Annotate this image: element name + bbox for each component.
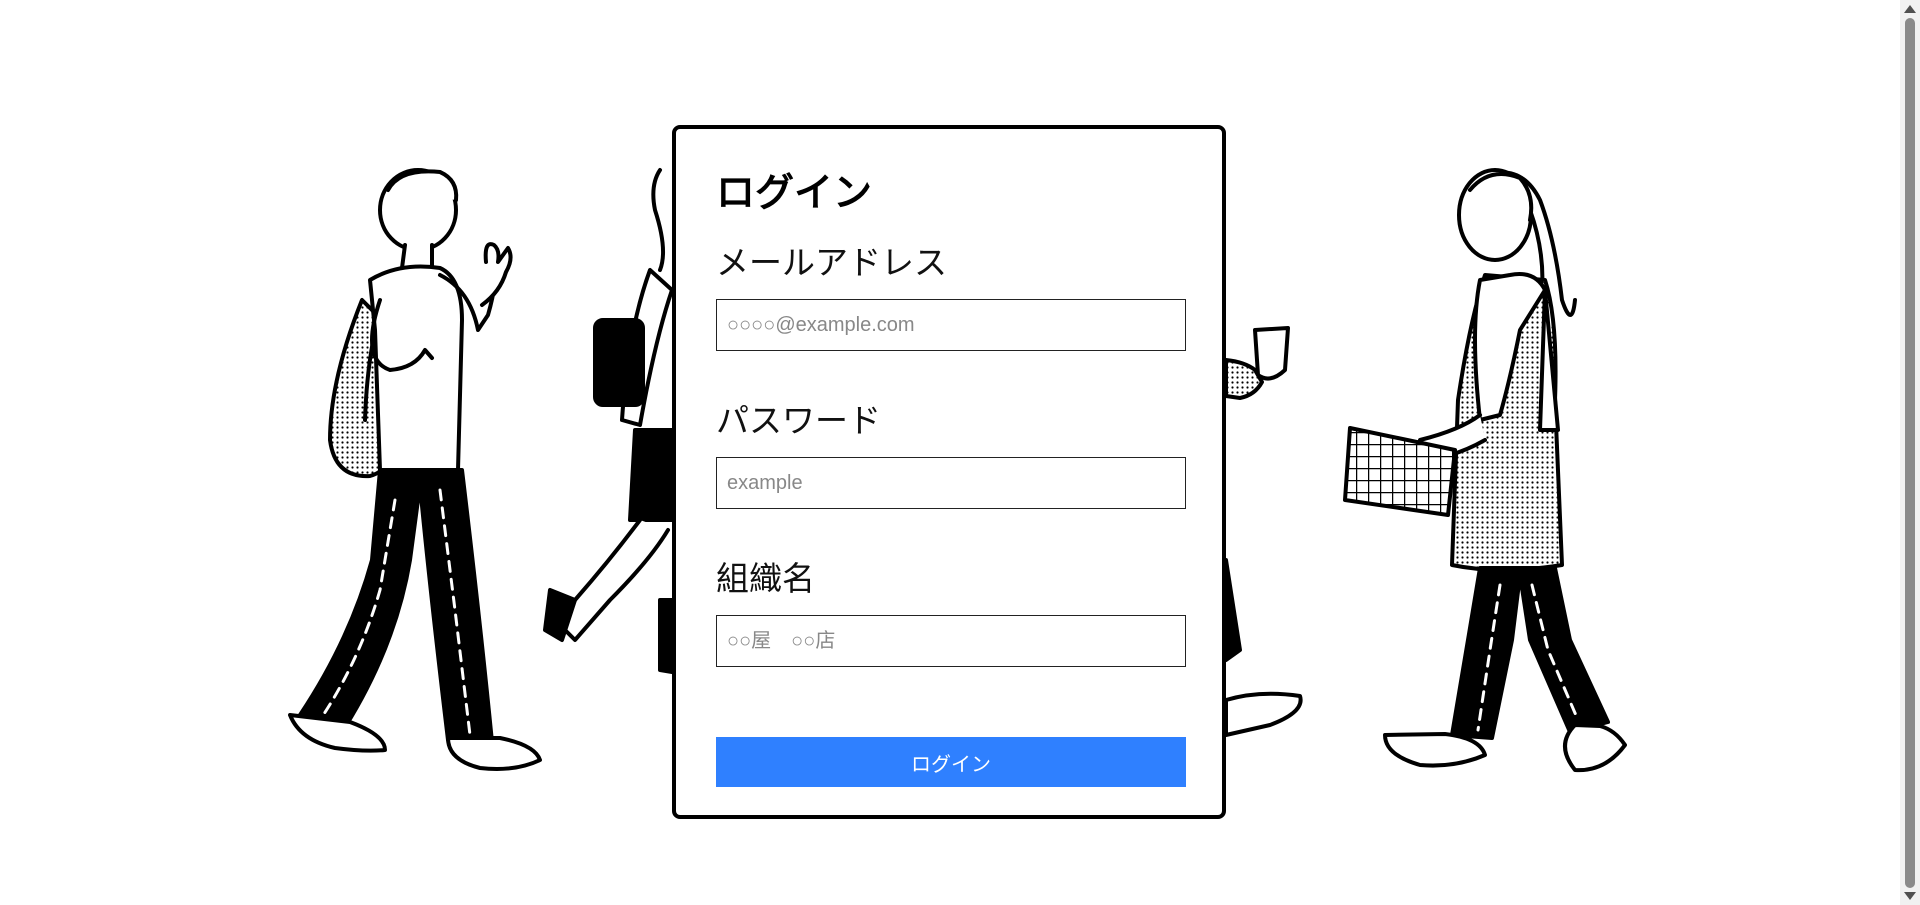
- password-input[interactable]: [716, 457, 1186, 509]
- vertical-scrollbar[interactable]: [1900, 0, 1920, 905]
- login-title: ログイン: [716, 171, 873, 216]
- scrollbar-thumb[interactable]: [1905, 18, 1915, 888]
- login-page: ログイン メールアドレス パスワード 組織名 ログイン: [0, 0, 1920, 905]
- scroll-down-arrow-icon[interactable]: [1904, 892, 1916, 900]
- person-holding-cup: [1224, 326, 1303, 737]
- person-man-waving: [288, 168, 542, 771]
- password-label: パスワード: [716, 401, 881, 440]
- person-woman-basket: [1343, 168, 1627, 773]
- login-button[interactable]: ログイン: [716, 737, 1186, 787]
- email-label: メールアドレス: [716, 243, 947, 282]
- email-input[interactable]: [716, 299, 1186, 351]
- person-woman-bag: [543, 168, 674, 674]
- organization-input[interactable]: [716, 615, 1186, 667]
- scroll-up-arrow-icon[interactable]: [1904, 5, 1916, 13]
- organization-label: 組織名: [716, 559, 815, 598]
- login-form: ログイン メールアドレス パスワード 組織名 ログイン: [672, 125, 1226, 819]
